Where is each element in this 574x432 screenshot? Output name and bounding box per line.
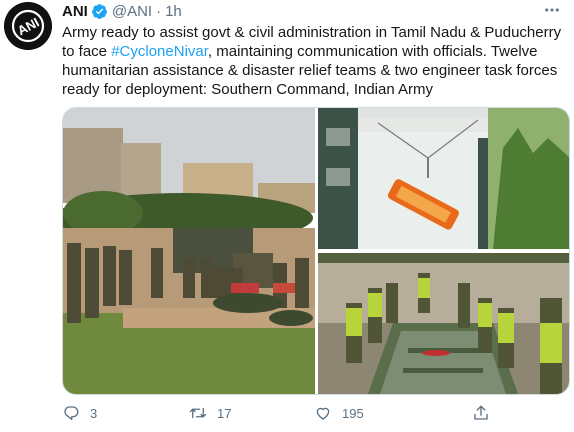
tweet-timestamp[interactable]: 1h: [165, 3, 182, 20]
army-personnel-assembling-photo[interactable]: [63, 108, 315, 394]
verified-badge-icon: [91, 3, 108, 20]
tweet-text: Army ready to assist govt & civil admini…: [62, 23, 567, 99]
avatar[interactable]: ANI: [4, 2, 52, 50]
like-count: 195: [342, 405, 364, 421]
more-options-icon[interactable]: [540, 0, 564, 20]
soldiers-boat-on-river-photo[interactable]: [318, 253, 569, 394]
like-button[interactable]: 195: [314, 404, 364, 422]
tweet-actions: 3 17 195: [62, 404, 562, 424]
like-icon: [316, 407, 330, 420]
share-button[interactable]: [472, 404, 490, 422]
reply-count: 3: [90, 405, 98, 421]
author-handle[interactable]: @ANI: [112, 3, 152, 20]
retweet-count: 17: [217, 405, 232, 421]
tweet[interactable]: ANI ANI @ANI · 1h Army ready to assist g…: [0, 0, 574, 432]
media-grid: [62, 107, 570, 395]
tweet-header: ANI @ANI · 1h: [62, 2, 182, 20]
reply-button[interactable]: 3: [62, 404, 97, 422]
header-separator: ·: [156, 2, 162, 20]
hashtag-link[interactable]: #CycloneNivar: [111, 43, 208, 60]
share-icon: [474, 405, 488, 420]
author-name[interactable]: ANI: [62, 3, 88, 20]
reply-icon: [64, 406, 79, 421]
rescue-stretcher-hoist-photo[interactable]: [318, 108, 569, 249]
retweet-icon: [189, 407, 207, 419]
retweet-button[interactable]: 17: [189, 404, 231, 422]
